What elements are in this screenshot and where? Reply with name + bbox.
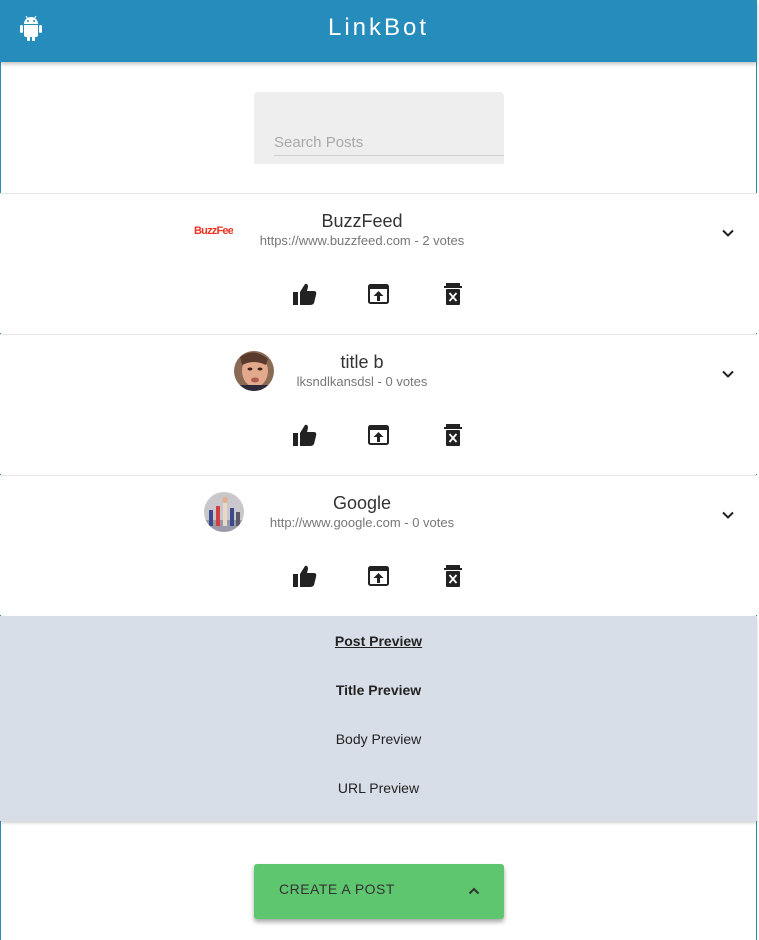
post-text: title b lksndlkansdsl - 0 votes xyxy=(290,351,434,391)
post-card[interactable]: BuzzFeed BuzzFeed https://www.buzzfeed.c… xyxy=(0,193,757,333)
post-subtitle: http://www.google.com - 0 votes xyxy=(269,515,455,530)
preview-body: Body Preview xyxy=(335,731,422,747)
post-title: Google xyxy=(332,493,392,513)
post-text: Google http://www.google.com - 0 votes xyxy=(260,492,464,532)
post-actions xyxy=(0,564,757,588)
create-post-label: CREATE A POST xyxy=(279,881,395,897)
search-input[interactable] xyxy=(274,132,484,152)
open-in-new-icon[interactable] xyxy=(366,282,392,306)
search-field[interactable] xyxy=(254,92,504,164)
delete-icon[interactable] xyxy=(440,564,466,588)
post-subtitle: https://www.buzzfeed.com - 2 votes xyxy=(259,233,465,248)
buzzfeed-logo-icon: BuzzFeed xyxy=(194,225,233,237)
svg-text:BuzzFeed: BuzzFeed xyxy=(194,225,233,237)
preview-title: Title Preview xyxy=(335,682,422,698)
post-header[interactable]: BuzzFeed BuzzFeed https://www.buzzfeed.c… xyxy=(0,210,757,254)
thumbs-up-icon[interactable] xyxy=(292,282,318,306)
post-title: title b xyxy=(340,352,384,372)
post-card[interactable]: title b lksndlkansdsl - 0 votes xyxy=(0,334,757,474)
chevron-down-icon[interactable] xyxy=(719,224,737,242)
post-card[interactable]: Google http://www.google.com - 0 votes xyxy=(0,475,757,615)
post-title: BuzzFeed xyxy=(321,211,403,231)
post-thumbnail-avatar xyxy=(204,492,244,532)
photo-avatar-icon xyxy=(204,492,244,532)
preview-heading: Post Preview xyxy=(334,633,423,649)
post-header[interactable]: Google http://www.google.com - 0 votes xyxy=(0,492,757,536)
post-preview-panel: Post Preview Title Preview Body Preview … xyxy=(0,616,757,821)
post-actions xyxy=(0,423,757,447)
post-text: BuzzFeed https://www.buzzfeed.com - 2 vo… xyxy=(249,210,475,250)
app-bar: LinkBot xyxy=(0,0,757,62)
chevron-up-icon xyxy=(468,887,480,895)
person-avatar-icon xyxy=(234,351,274,391)
post-subtitle: lksndlkansdsl - 0 votes xyxy=(296,374,428,389)
open-in-new-icon[interactable] xyxy=(366,564,392,588)
post-thumbnail-avatar xyxy=(234,351,274,391)
thumbs-up-icon[interactable] xyxy=(292,423,318,447)
delete-icon[interactable] xyxy=(440,282,466,306)
chevron-down-icon[interactable] xyxy=(719,506,737,524)
post-thumbnail-logo: BuzzFeed xyxy=(193,210,233,250)
create-post-button[interactable]: CREATE A POST xyxy=(254,864,504,919)
delete-icon[interactable] xyxy=(440,423,466,447)
post-header[interactable]: title b lksndlkansdsl - 0 votes xyxy=(0,351,757,395)
chevron-down-icon[interactable] xyxy=(719,365,737,383)
open-in-new-icon[interactable] xyxy=(366,423,392,447)
post-actions xyxy=(0,282,757,306)
search-underline xyxy=(274,155,504,156)
preview-url: URL Preview xyxy=(337,780,420,796)
thumbs-up-icon[interactable] xyxy=(292,564,318,588)
app-title: LinkBot xyxy=(327,14,430,41)
